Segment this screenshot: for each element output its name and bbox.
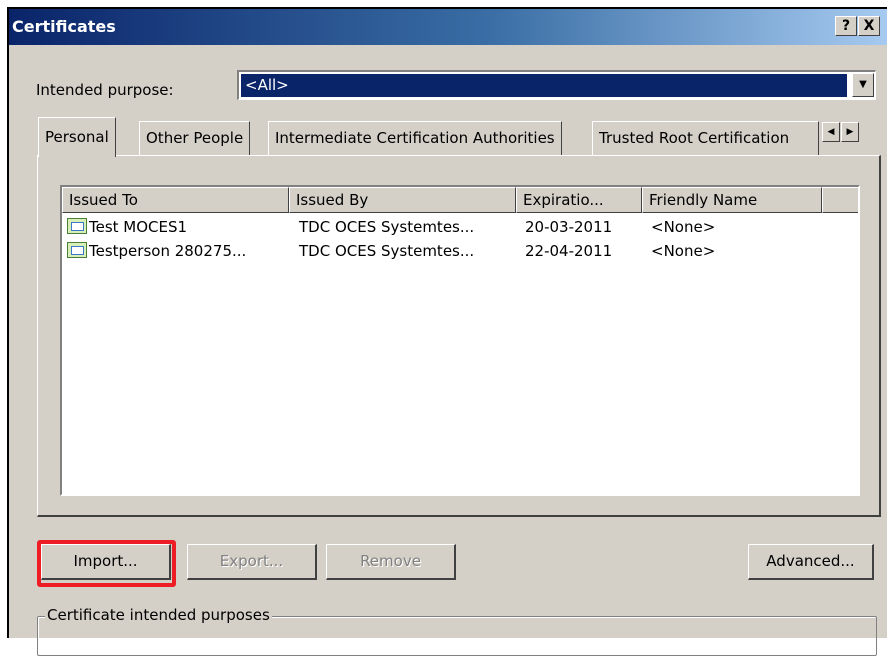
cell-issued-to: Testperson 280275... [89, 242, 247, 260]
dropdown-arrow-icon[interactable]: ▼ [852, 73, 874, 97]
certificates-dialog: Certificates ? X Intended purpose: <All>… [7, 7, 887, 656]
close-button[interactable]: X [858, 16, 880, 36]
cell-expiration: 20-03-2011 [525, 218, 613, 236]
tab-other-people[interactable]: Other People [139, 121, 251, 155]
cell-friendly-name: <None> [651, 242, 716, 260]
certificate-icon [67, 218, 87, 234]
table-row[interactable]: Test MOCES1 TDC OCES Systemtes... 20-03-… [62, 215, 858, 239]
cell-issued-by: TDC OCES Systemtes... [299, 242, 475, 260]
import-highlight-box [37, 540, 176, 587]
certificate-list[interactable]: Issued To Issued By Expiratio... Friendl… [60, 185, 860, 496]
window-title: Certificates [12, 17, 116, 36]
remove-button[interactable]: Remove [326, 544, 456, 580]
column-filler [822, 187, 858, 213]
column-expiration[interactable]: Expiratio... [516, 187, 642, 213]
help-button[interactable]: ? [835, 16, 857, 36]
cell-issued-to: Test MOCES1 [89, 218, 188, 236]
tab-trusted-root[interactable]: Trusted Root Certification [592, 121, 819, 155]
tab-personal[interactable]: Personal [38, 117, 116, 157]
tab-scroll-left-icon[interactable]: ◀ [822, 122, 840, 142]
cell-issued-by: TDC OCES Systemtes... [299, 218, 475, 236]
certificate-icon [67, 242, 87, 258]
intended-purpose-select[interactable]: <All> ▼ [237, 70, 876, 100]
intended-purpose-label: Intended purpose: [36, 81, 174, 99]
tab-intermediate-ca[interactable]: Intermediate Certification Authorities [268, 121, 562, 155]
export-button[interactable]: Export... [187, 544, 317, 580]
column-friendly-name[interactable]: Friendly Name [642, 187, 822, 213]
intended-purpose-value: <All> [241, 74, 847, 97]
column-issued-by[interactable]: Issued By [289, 187, 516, 213]
table-row[interactable]: Testperson 280275... TDC OCES Systemtes.… [62, 239, 858, 263]
group-legend: Certificate intended purposes [45, 606, 272, 624]
tab-scroll-right-icon[interactable]: ▶ [841, 122, 859, 142]
cell-expiration: 22-04-2011 [525, 242, 613, 260]
advanced-button[interactable]: Advanced... [748, 544, 874, 580]
cell-friendly-name: <None> [651, 218, 716, 236]
column-issued-to[interactable]: Issued To [62, 187, 289, 213]
title-bar[interactable]: Certificates ? X [9, 9, 887, 45]
